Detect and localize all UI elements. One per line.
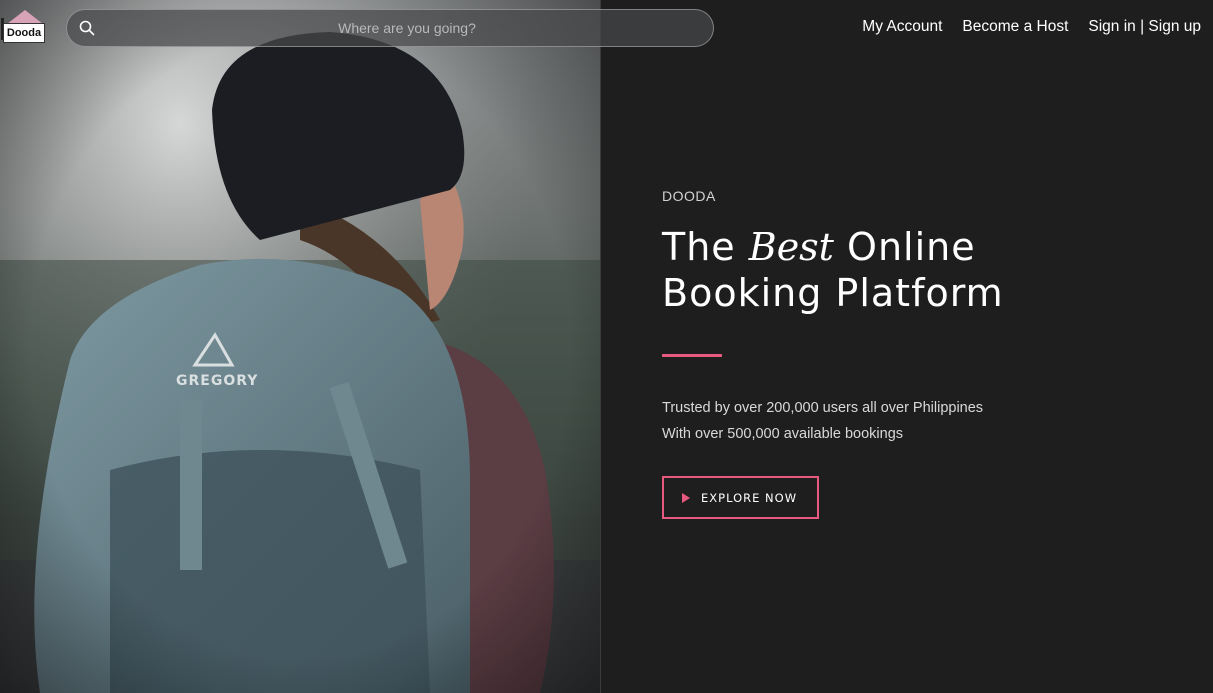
headline-pre: The bbox=[662, 225, 749, 269]
hero-image: GREGORY bbox=[0, 0, 601, 693]
accent-divider bbox=[662, 354, 722, 357]
top-nav: My Account Become a Host Sign in | Sign … bbox=[862, 18, 1201, 36]
headline-best: Best bbox=[748, 225, 834, 269]
hero-headline: The Best Online Booking Platform bbox=[662, 224, 1182, 316]
explore-now-button[interactable]: EXPLORE NOW bbox=[662, 476, 820, 519]
tagline-bookings: With over 500,000 available bookings bbox=[662, 426, 904, 442]
search-icon[interactable] bbox=[79, 20, 95, 36]
hero-illustration: GREGORY bbox=[0, 0, 600, 693]
site-logo[interactable]: Dooda bbox=[1, 10, 49, 46]
explore-now-label: EXPLORE NOW bbox=[701, 490, 798, 505]
sign-in-sign-up-link[interactable]: Sign in | Sign up bbox=[1088, 18, 1201, 36]
become-host-link[interactable]: Become a Host bbox=[962, 18, 1068, 36]
headline-line2: Booking Platform bbox=[662, 271, 1004, 315]
search-input[interactable] bbox=[107, 10, 707, 46]
headline-line1-post: Online bbox=[833, 225, 976, 269]
hero-content: DOODA The Best Online Booking Platform Tr… bbox=[662, 188, 1182, 519]
tagline-users: Trusted by over 200,000 users all over P… bbox=[662, 400, 984, 416]
logo-text: Dooda bbox=[3, 23, 45, 43]
brand-name: DOODA bbox=[662, 188, 716, 204]
logo-roof bbox=[7, 10, 43, 24]
my-account-link[interactable]: My Account bbox=[862, 18, 942, 36]
search-bar[interactable] bbox=[66, 9, 714, 47]
hero-tagline: Trusted by over 200,000 users all over P… bbox=[662, 395, 1182, 447]
play-icon bbox=[682, 492, 690, 503]
